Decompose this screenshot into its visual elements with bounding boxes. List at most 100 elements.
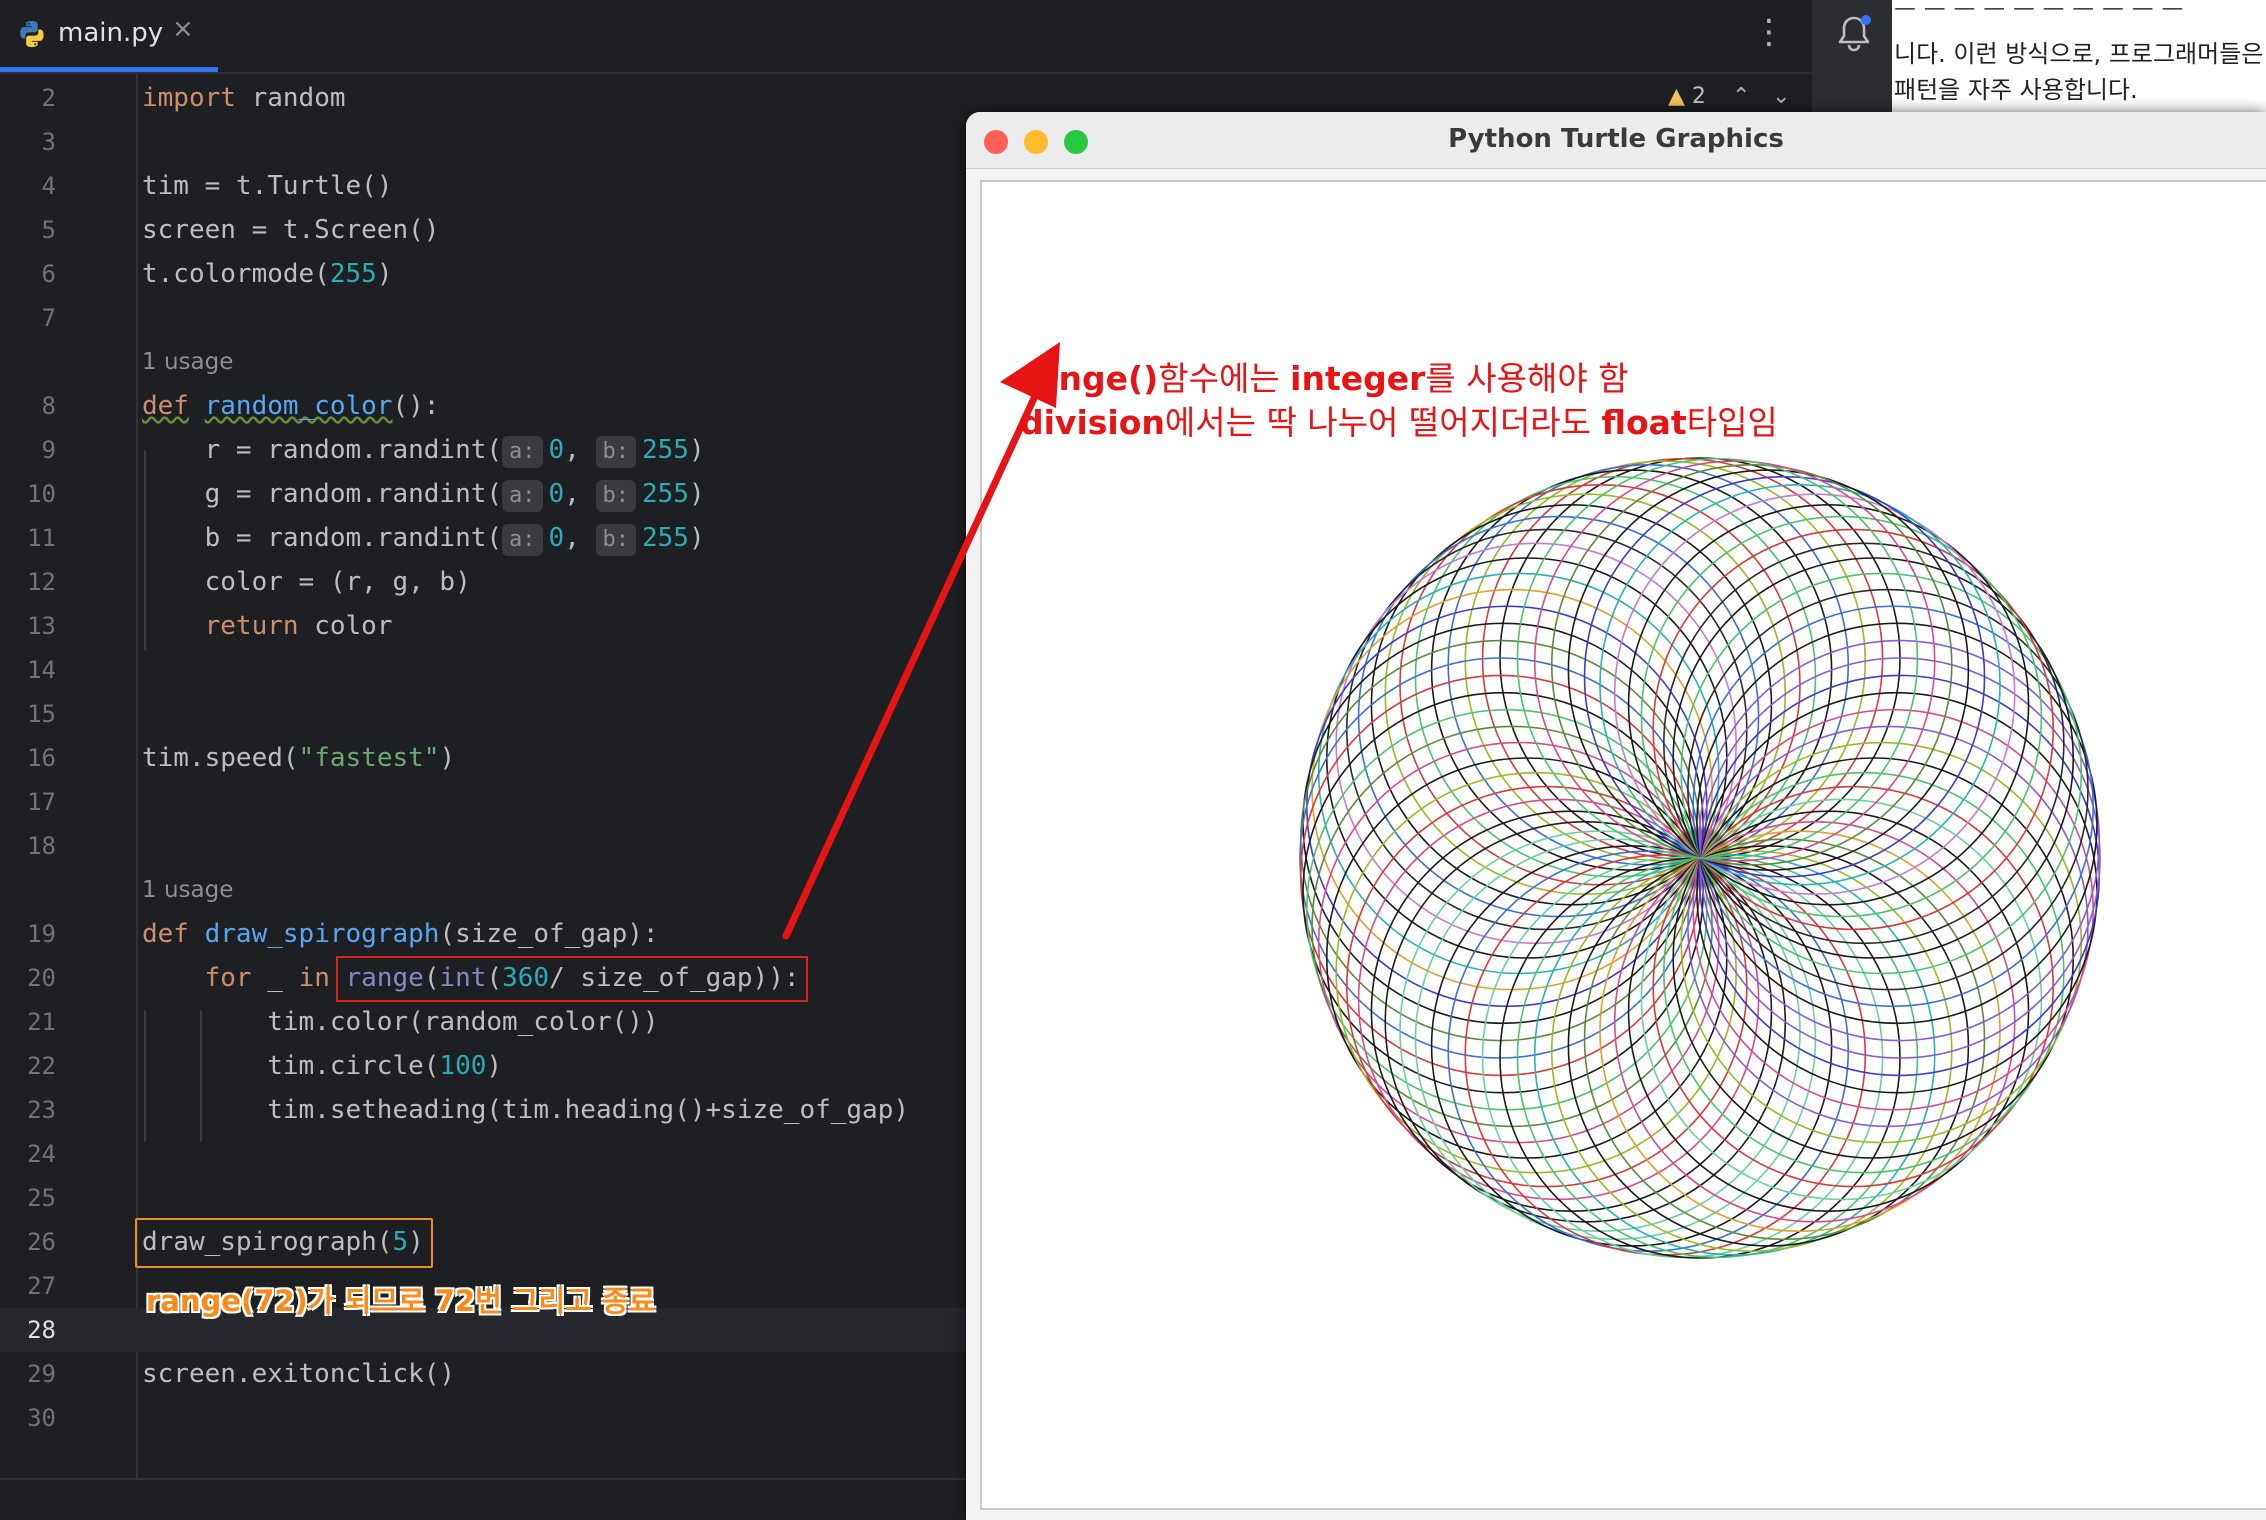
next-highlight-icon[interactable]: ⌄ — [1772, 84, 1790, 109]
code-line[interactable]: 3 — [0, 120, 1000, 164]
warning-count: 2 — [1691, 84, 1706, 109]
line-number: 20 — [27, 964, 56, 992]
code-text: return color — [204, 611, 393, 641]
code-line[interactable]: 16 tim.speed("fastest") — [0, 736, 1000, 780]
line-number: 21 — [27, 1008, 56, 1036]
editor-bottom-border — [0, 1478, 1000, 1480]
window-titlebar[interactable]: Python Turtle Graphics — [966, 112, 2266, 169]
usage-hint[interactable]: 1 usage — [142, 868, 233, 912]
param-hint: a: — [502, 436, 543, 468]
line-number: 24 — [27, 1140, 56, 1168]
code-line[interactable]: 24 — [0, 1132, 1000, 1176]
close-tab-icon[interactable]: × — [172, 14, 194, 44]
code-line[interactable]: 7 — [0, 296, 1000, 340]
param-hint: b: — [595, 436, 636, 468]
code-text: def random_color(): — [142, 391, 440, 421]
line-number: 16 — [27, 744, 56, 772]
code-line[interactable]: 6 t.colormode(255) — [0, 252, 1000, 296]
line-number: 17 — [27, 788, 56, 816]
more-options-icon[interactable]: ⋮ — [1752, 12, 1786, 52]
doc-line: 니다. 이런 방식으로, 프로그래머들은 — [1894, 40, 2264, 68]
line-number: 4 — [41, 172, 56, 200]
line-number: 11 — [27, 524, 56, 552]
line-number: 10 — [27, 480, 56, 508]
line-number: 23 — [27, 1096, 56, 1124]
line-number: 25 — [27, 1184, 56, 1212]
warning-icon: ▲ — [1668, 84, 1685, 109]
code-line[interactable]: 30 — [0, 1396, 1000, 1440]
annotation-division-float: division에서는 딱 나누어 떨어지더라도 float타입임 — [1020, 403, 1778, 442]
code-line[interactable]: 2 import random — [0, 76, 1000, 120]
code-text: tim.setheading(tim.heading()+size_of_gap… — [142, 1095, 910, 1125]
code-text: tim.speed("fastest") — [142, 743, 456, 773]
code-text: b = random.randint(a: 0, b: 255) — [142, 516, 705, 560]
code-line[interactable]: 5 screen = t.Screen() — [0, 208, 1000, 252]
code-line[interactable]: 25 — [0, 1176, 1000, 1220]
code-line[interactable]: 23 tim.setheading(tim.heading()+size_of_… — [0, 1088, 1000, 1132]
line-number: 15 — [27, 700, 56, 728]
inspection-widget[interactable]: ▲ 2 — [1668, 84, 1706, 109]
editor-tab-bar: main.py × ⋮ — [0, 0, 1812, 74]
code-text: import random — [142, 83, 346, 113]
background-document: ㅡ ㅡ ㅡ ㅡ ㅡ ㅡ ㅡ ㅡ ㅡ ㅡ 니다. 이런 방식으로, 프로그래머들은… — [1892, 0, 2266, 120]
line-number: 2 — [41, 84, 56, 112]
code-line[interactable]: 4 tim = t.Turtle() — [0, 164, 1000, 208]
code-line[interactable]: 10 g = random.randint(a: 0, b: 255) — [0, 472, 1000, 516]
code-text: r = random.randint(a: 0, b: 255) — [142, 428, 705, 472]
code-line[interactable]: 11 b = random.randint(a: 0, b: 255) — [0, 516, 1000, 560]
window-title: Python Turtle Graphics — [1448, 124, 1784, 154]
doc-line: 패턴을 자주 사용합니다. — [1894, 76, 2138, 104]
usage-hint[interactable]: 1 usage — [142, 340, 233, 384]
tab-main-py[interactable]: main.py × — [0, 0, 218, 72]
line-number: 30 — [27, 1404, 56, 1432]
code-text: color = (r, g, b) — [142, 567, 471, 597]
line-number: 27 — [27, 1272, 56, 1300]
line-number: 19 — [27, 920, 56, 948]
line-number: 13 — [27, 612, 56, 640]
line-number: 3 — [41, 128, 56, 156]
previous-highlight-icon[interactable]: ⌃ — [1732, 84, 1750, 109]
line-number: 28 — [27, 1316, 56, 1344]
annotation-range-integer: range()함수에는 integer를 사용해야 함 — [1020, 359, 1629, 398]
code-line[interactable]: 29 screen.exitonclick() — [0, 1352, 1000, 1396]
code-line[interactable]: 22 tim.circle(100) — [0, 1044, 1000, 1088]
notification-bell-icon[interactable] — [1832, 12, 1876, 60]
code-line[interactable]: 17 — [0, 780, 1000, 824]
line-number: 5 — [41, 216, 56, 244]
code-line[interactable]: 21 tim.color(random_color()) — [0, 1000, 1000, 1044]
annotation-range-72: range(72)가 되므로 72번 그리고 종료 — [146, 1284, 656, 1318]
code-text: tim = t.Turtle() — [142, 171, 393, 201]
param-hint: b: — [595, 480, 636, 512]
code-line[interactable]: 12 color = (r, g, b) — [0, 560, 1000, 604]
highlight-box-call — [135, 1218, 433, 1268]
code-line[interactable]: 14 — [0, 648, 1000, 692]
line-number: 29 — [27, 1360, 56, 1388]
line-number: 18 — [27, 832, 56, 860]
param-hint: a: — [502, 524, 543, 556]
highlight-box-range — [336, 956, 808, 1002]
code-line[interactable]: 9 r = random.randint(a: 0, b: 255) — [0, 428, 1000, 472]
code-text: g = random.randint(a: 0, b: 255) — [142, 472, 705, 516]
line-number: 9 — [41, 436, 56, 464]
code-line[interactable]: 8 def random_color(): — [0, 384, 1000, 428]
code-line[interactable]: 13 return color — [0, 604, 1000, 648]
spirograph-drawing — [1299, 457, 2101, 1259]
line-number: 26 — [27, 1228, 56, 1256]
code-text: screen = t.Screen() — [142, 215, 440, 245]
param-hint: b: — [595, 524, 636, 556]
param-hint: a: — [502, 480, 543, 512]
python-file-icon — [16, 18, 48, 54]
code-text: tim.circle(100) — [142, 1051, 503, 1081]
doc-partial-line: ㅡ ㅡ ㅡ ㅡ ㅡ ㅡ ㅡ ㅡ ㅡ ㅡ — [1894, 0, 2184, 24]
tab-filename: main.py — [58, 18, 164, 48]
line-number: 12 — [27, 568, 56, 596]
line-number: 14 — [27, 656, 56, 684]
code-text: t.colormode(255) — [142, 259, 393, 289]
code-text: screen.exitonclick() — [142, 1359, 456, 1389]
code-text: tim.color(random_color()) — [142, 1007, 659, 1037]
code-line[interactable]: 19 def draw_spirograph(size_of_gap): — [0, 912, 1000, 956]
line-number: 8 — [41, 392, 56, 420]
line-number: 7 — [41, 304, 56, 332]
code-line[interactable]: 15 — [0, 692, 1000, 736]
code-line[interactable]: 18 — [0, 824, 1000, 868]
